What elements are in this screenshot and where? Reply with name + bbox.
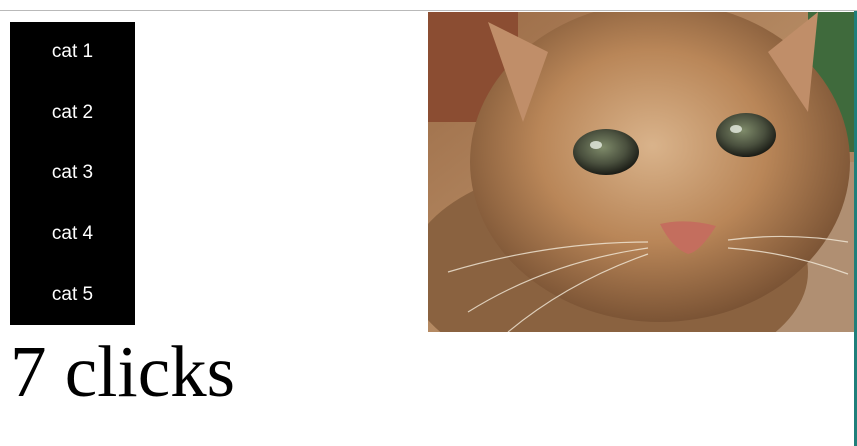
cat-list-item-2[interactable]: cat 2: [10, 83, 135, 144]
cat-list-item-1[interactable]: cat 1: [10, 22, 135, 83]
top-divider: [0, 10, 857, 11]
cat-list-item-5[interactable]: cat 5: [10, 264, 135, 325]
cat-list: cat 1 cat 2 cat 3 cat 4 cat 5: [10, 22, 135, 325]
cat-list-item-3[interactable]: cat 3: [10, 143, 135, 204]
cat-list-item-4[interactable]: cat 4: [10, 204, 135, 265]
cat-photo[interactable]: [428, 12, 854, 332]
click-counter: 7 clicks: [10, 331, 236, 412]
